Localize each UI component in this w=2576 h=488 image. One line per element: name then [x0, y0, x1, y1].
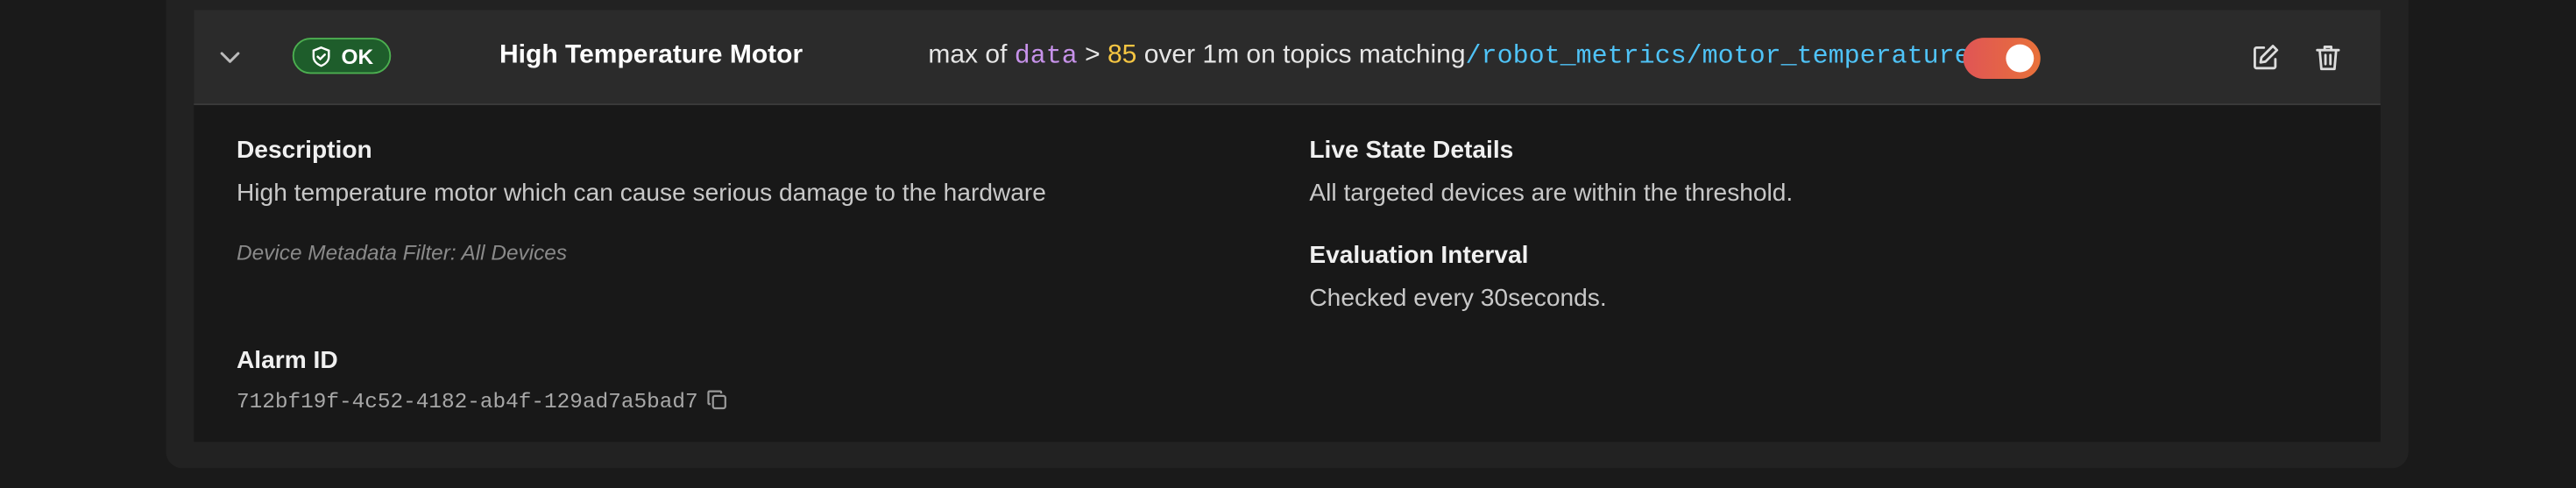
- enabled-toggle[interactable]: [1963, 38, 2041, 79]
- copy-icon[interactable]: [706, 389, 727, 410]
- toggle-knob: [2006, 44, 2035, 73]
- evaluation-interval-label: Evaluation Interval: [1309, 241, 1529, 270]
- live-state-label: Live State Details: [1309, 136, 1514, 165]
- status-badge: OK: [292, 38, 392, 74]
- alarm-id-value: 712bf19f-4c52-4182-ab4f-129ad7a5bad7: [237, 389, 698, 414]
- live-state-text: All targeted devices are within the thre…: [1309, 179, 1794, 208]
- metadata-filter: Device Metadata Filter: All Devices: [237, 239, 568, 265]
- alarm-condition: max of data > 85 over 1m on topics match…: [928, 41, 1970, 71]
- edit-icon[interactable]: [2251, 43, 2281, 73]
- condition-threshold: 85: [1107, 40, 1137, 69]
- alarm-panel: OK High Temperature Motor max of data > …: [0, 0, 2576, 488]
- trash-icon[interactable]: [2313, 43, 2343, 73]
- condition-window: over 1m on topics matching: [1143, 40, 1466, 69]
- status-text: OK: [341, 43, 374, 68]
- description-label: Description: [237, 136, 372, 165]
- condition-topic: /robot_metrics/motor_temperature: [1465, 40, 1971, 71]
- shield-check-icon: [312, 45, 330, 67]
- evaluation-interval-text: Checked every 30seconds.: [1309, 284, 1607, 313]
- description-text: High temperature motor which can cause s…: [237, 179, 1046, 208]
- alarm-id-label: Alarm ID: [237, 346, 338, 375]
- chevron-down-icon[interactable]: [218, 46, 241, 69]
- condition-field: data: [1014, 40, 1078, 71]
- condition-aggregate: max of: [928, 40, 1008, 69]
- condition-operator: >: [1085, 40, 1100, 69]
- alarm-name: High Temperature Motor: [499, 40, 803, 69]
